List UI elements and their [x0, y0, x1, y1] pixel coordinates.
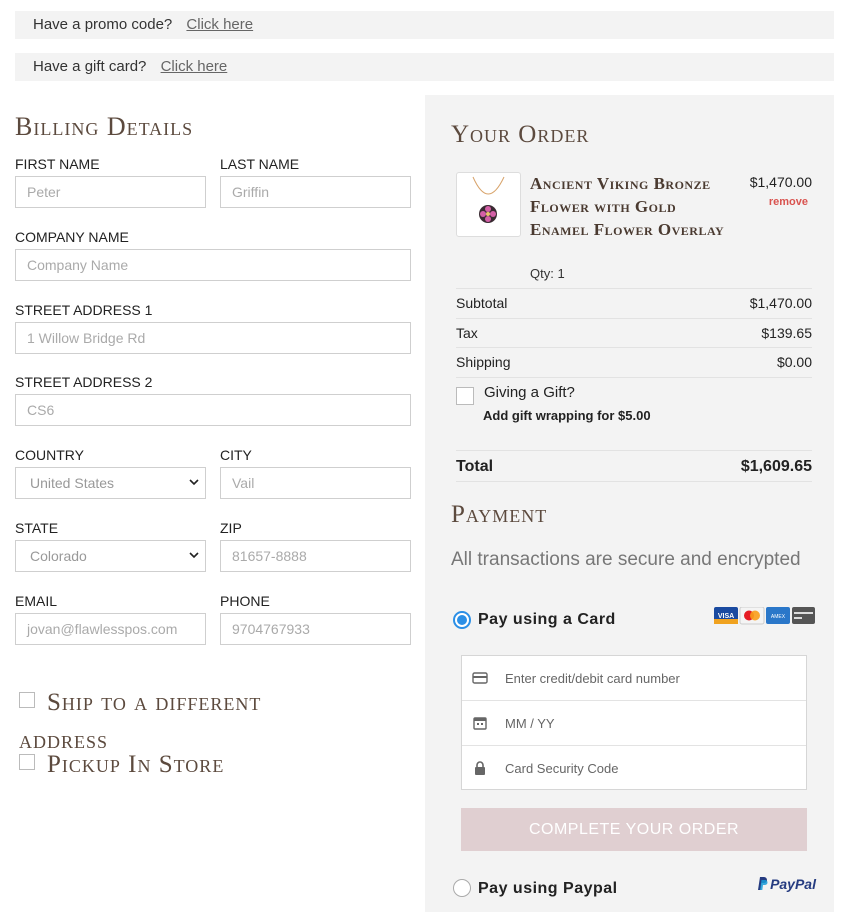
zip-input[interactable]: 81657-8888 — [220, 540, 411, 572]
lock-icon — [475, 761, 485, 775]
tax-value: $139.65 — [761, 325, 812, 341]
promo-code-bar: Have a promo code? Click here — [15, 11, 834, 39]
street-address-2-label: STREET ADDRESS 2 — [15, 374, 153, 390]
card-radio[interactable] — [453, 611, 471, 629]
gift-checkbox[interactable] — [456, 387, 474, 405]
necklace-icon — [472, 176, 505, 223]
pickup-option[interactable]: Pickup In Store — [19, 746, 224, 784]
paypal-logo-text: PayPal — [770, 876, 816, 892]
pickup-label: Pickup In Store — [47, 751, 225, 778]
state-select[interactable]: Colorado — [15, 540, 206, 572]
card-option-label[interactable]: Pay using a Card — [478, 611, 616, 629]
chevron-down-icon — [189, 552, 199, 559]
card-number-placeholder: Enter credit/debit card number — [505, 671, 680, 686]
state-label: STATE — [15, 520, 59, 536]
total-row: Total $1,609.65 — [456, 450, 812, 482]
subtotal-value: $1,470.00 — [749, 295, 812, 311]
street-address-1-label: STREET ADDRESS 1 — [15, 302, 153, 318]
promo-code-link[interactable]: Click here — [186, 16, 253, 33]
card-brands-icon: VISA AMEX — [714, 606, 815, 625]
street-address-1-input[interactable]: 1 Willow Bridge Rd — [15, 322, 411, 354]
cvc-input[interactable]: Card Security Code — [462, 746, 806, 791]
total-label: Total — [456, 458, 494, 475]
gift-question: Giving a Gift? — [484, 384, 575, 401]
tax-label: Tax — [456, 325, 478, 341]
street-address-2-input[interactable]: CS6 — [15, 394, 411, 426]
gift-card-question: Have a gift card? — [33, 58, 147, 75]
ship-different-checkbox[interactable] — [19, 692, 35, 708]
secure-note: All transactions are secure and encrypte… — [451, 549, 801, 570]
last-name-label: LAST NAME — [220, 156, 300, 172]
remove-item-link[interactable]: remove — [769, 196, 808, 208]
city-label: CITY — [220, 447, 252, 463]
subtotal-row: Subtotal $1,470.00 — [456, 288, 812, 318]
shipping-row: Shipping $0.00 — [456, 347, 812, 377]
phone-input[interactable]: 9704767933 — [220, 613, 411, 645]
state-value: Colorado — [30, 548, 87, 564]
shipping-value: $0.00 — [776, 354, 812, 370]
svg-text:AMEX: AMEX — [771, 614, 786, 620]
gift-wrap-label: Add gift wrapping for $5.00 — [483, 408, 651, 423]
ship-different-label: Ship to a different address — [19, 689, 262, 754]
expiry-placeholder: MM / YY — [505, 716, 555, 731]
phone-label: PHONE — [220, 593, 270, 609]
order-title: Your Order — [451, 121, 590, 148]
billing-section: Billing Details FIRST NAME Peter LAST NA… — [15, 95, 411, 716]
gift-card-link[interactable]: Click here — [161, 58, 228, 75]
first-name-label: FIRST NAME — [15, 156, 100, 172]
city-input[interactable]: Vail — [220, 467, 411, 499]
gift-card-bar: Have a gift card? Click here — [15, 53, 834, 81]
complete-order-button[interactable]: COMPLETE YOUR ORDER — [461, 808, 807, 851]
country-select[interactable]: United States — [15, 467, 206, 499]
tax-row: Tax $139.65 — [456, 318, 812, 348]
product-price: $1,470.00 — [749, 174, 812, 190]
product-image — [456, 172, 521, 237]
paypal-logo: PayPal — [756, 876, 816, 892]
paypal-icon — [758, 877, 768, 890]
company-name-label: COMPANY NAME — [15, 229, 129, 245]
promo-code-question: Have a promo code? — [33, 16, 173, 33]
calendar-icon — [473, 717, 487, 730]
subtotal-label: Subtotal — [456, 295, 508, 311]
card-form: Enter credit/debit card number MM / YY C… — [461, 655, 807, 790]
last-name-input[interactable]: Griffin — [220, 176, 411, 208]
country-value: United States — [30, 475, 115, 491]
payment-title: Payment — [451, 501, 548, 528]
cvc-placeholder: Card Security Code — [505, 761, 619, 776]
order-panel: Your Order Ancient Viking Bronze Flower … — [425, 95, 834, 912]
chevron-down-icon — [189, 479, 199, 486]
gift-divider — [456, 377, 812, 378]
credit-card-icon — [472, 672, 488, 684]
card-number-input[interactable]: Enter credit/debit card number — [462, 656, 806, 701]
zip-label: ZIP — [220, 520, 242, 536]
product-name: Ancient Viking Bronze Flower with Gold E… — [530, 174, 725, 239]
shipping-label: Shipping — [456, 354, 511, 370]
product-qty: Qty: 1 — [530, 266, 565, 281]
country-label: COUNTRY — [15, 447, 84, 463]
billing-title: Billing Details — [15, 112, 194, 141]
email-input[interactable]: jovan@flawlesspos.com — [15, 613, 206, 645]
expiry-input[interactable]: MM / YY — [462, 701, 806, 746]
card-brand-logos: VISA AMEX — [714, 606, 815, 630]
total-value: $1,609.65 — [740, 458, 812, 475]
paypal-option-label[interactable]: Pay using Paypal — [478, 880, 618, 898]
pickup-checkbox[interactable] — [19, 754, 35, 770]
paypal-radio[interactable] — [453, 879, 471, 897]
first-name-input[interactable]: Peter — [15, 176, 206, 208]
svg-text:VISA: VISA — [718, 613, 734, 620]
email-label: EMAIL — [15, 593, 58, 609]
company-name-input[interactable]: Company Name — [15, 249, 411, 281]
